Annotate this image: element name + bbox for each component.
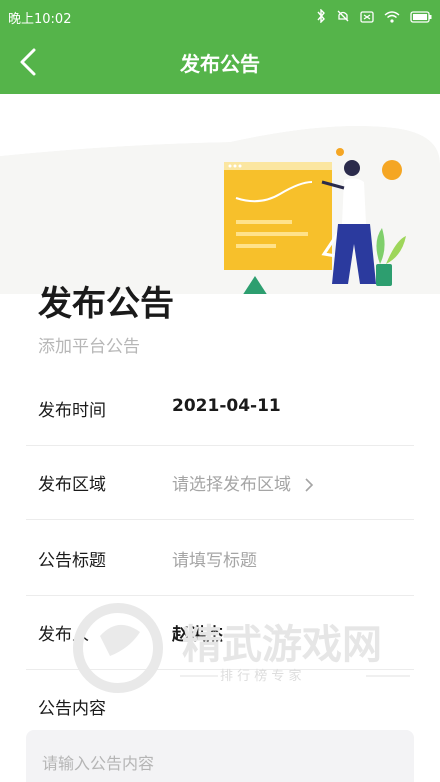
battery-icon xyxy=(410,8,432,27)
sim-icon xyxy=(360,8,374,27)
page-title: 发布公告 xyxy=(38,284,174,324)
publish-area-placeholder: 请选择发布区域 xyxy=(172,475,291,495)
form-row-notice-content: 公告内容 xyxy=(26,668,414,728)
page-subtitle: 添加平台公告 xyxy=(38,337,140,357)
mute-icon xyxy=(336,8,350,27)
notice-content-placeholder: 请输入公告内容 xyxy=(42,754,155,773)
form-row-notice-title[interactable]: 公告标题 请填写标题 xyxy=(26,520,414,596)
publish-area-select[interactable]: 请选择发布区域 xyxy=(172,470,314,495)
notice-title-input[interactable]: 请填写标题 xyxy=(172,546,257,571)
wifi-icon xyxy=(384,8,400,27)
notice-title-label: 公告标题 xyxy=(38,551,106,571)
app-bar: 发布公告 xyxy=(0,32,440,94)
app-bar-title: 发布公告 xyxy=(180,52,260,76)
notice-content-label: 公告内容 xyxy=(38,699,106,719)
form-row-publisher: 发布人 赵洪杰 xyxy=(26,594,414,670)
presentation-illustration xyxy=(224,148,406,294)
form-row-publish-area[interactable]: 发布区域 请选择发布区域 xyxy=(26,444,414,520)
status-icons xyxy=(316,8,432,27)
publish-time-label: 发布时间 xyxy=(38,401,106,421)
bluetooth-icon xyxy=(316,8,326,27)
notice-content-textarea[interactable]: 请输入公告内容 xyxy=(26,730,414,782)
hero-banner xyxy=(0,94,440,294)
publish-area-label: 发布区域 xyxy=(38,475,106,495)
chevron-right-icon xyxy=(305,478,314,492)
publisher-label: 发布人 xyxy=(38,625,89,645)
publish-time-value[interactable]: 2021-04-11 xyxy=(172,396,281,416)
status-time: 晚上10:02 xyxy=(8,12,72,27)
publisher-value: 赵洪杰 xyxy=(172,625,223,645)
status-bar: 晚上10:02 xyxy=(0,0,440,32)
form-row-publish-time[interactable]: 发布时间 2021-04-11 xyxy=(26,370,414,446)
